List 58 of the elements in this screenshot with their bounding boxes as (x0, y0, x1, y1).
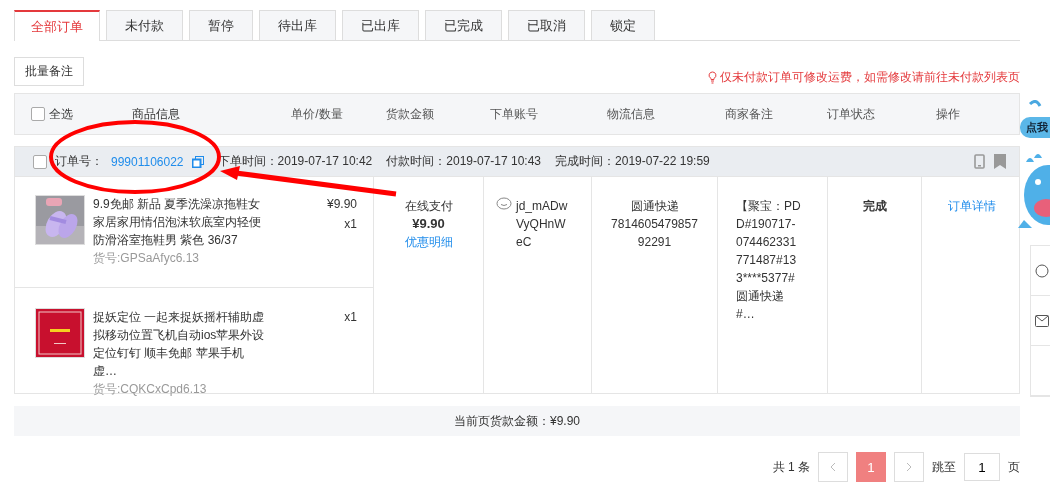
tab[interactable]: 未付款 (106, 10, 183, 40)
column-header: 订单状态 (826, 105, 876, 123)
select-all-label: 全选 (49, 105, 73, 123)
column-header: 下单账号 (489, 105, 539, 123)
page-input[interactable]: 1 (964, 453, 1000, 481)
previous-page-button[interactable] (818, 452, 848, 482)
tracking-number: 781460547985792291 (610, 216, 699, 251)
chevron-left-icon (830, 462, 836, 472)
column-header: 商家备注 (724, 105, 774, 123)
record-count: 共 1 条 (772, 458, 810, 476)
tab[interactable]: 已出库 (342, 10, 419, 40)
checkbox[interactable] (31, 107, 45, 121)
product-title: 9.9免邮 新品 夏季洗澡凉拖鞋女家居家用情侣泡沫软底室内轻便防滑浴室拖鞋男 紫色 36/37 (93, 196, 262, 249)
courier-name: 圆通快递 (629, 198, 680, 215)
page-total: 当前页货款金额：¥9.90 (14, 406, 1020, 436)
order-status: 完成 (862, 199, 887, 213)
order-detail-link[interactable]: 订单详情 (947, 199, 996, 213)
column-header: 货款金额 (384, 105, 435, 123)
quantity: x1 (343, 309, 357, 326)
tab[interactable]: 已取消 (508, 10, 585, 40)
order-time: 完成时间：2019-07-22 19:59 (555, 153, 710, 170)
merchant-remark: 【聚宝：PDD#190717-074462331771487#133****5377#圆通快递#… (736, 198, 802, 323)
phone-icon[interactable] (974, 154, 985, 169)
quantity: x1 (343, 216, 357, 233)
order-time: 付款时间：2019-07-17 10:43 (386, 153, 542, 170)
lightbulb-icon (708, 71, 717, 84)
payment-amount: ¥9.90 (411, 215, 446, 233)
page-unit: 页 (1008, 458, 1020, 476)
tab[interactable]: 全部订单 (14, 10, 100, 41)
batch-remark-button[interactable]: 批量备注 (14, 57, 84, 86)
mail-icon[interactable] (1035, 314, 1049, 327)
chevron-right-icon (906, 462, 912, 472)
tab[interactable]: 已完成 (425, 10, 502, 40)
chat-icon[interactable] (496, 197, 512, 211)
payment-method: 在线支付 (403, 198, 454, 215)
product-sku: 货号:CQKCxCpd6.13 (93, 381, 208, 398)
column-header: 商品信息 (131, 105, 181, 123)
bookmark-icon[interactable] (993, 154, 1007, 169)
help-widget-label[interactable]: 点我 (1020, 117, 1050, 138)
notice-text: 仅未付款订单可修改运费，如需修改请前往未付款列表页 (720, 69, 1020, 86)
jump-label: 跳至 (932, 458, 956, 476)
buyer-account: jd_mADwVyQHnWeC (516, 198, 568, 251)
product-title: 捉妖定位 一起来捉妖摇杆辅助虚拟移动位置飞机自动ios苹果外设定位钉钉 顺丰免邮 苹果手机虚… (93, 309, 266, 380)
column-header: 操作 (935, 105, 961, 123)
column-header: 物流信息 (606, 105, 656, 123)
unit-price: ¥9.90 (325, 196, 357, 213)
tab[interactable]: 暂停 (189, 10, 253, 40)
tab[interactable]: 锁定 (591, 10, 655, 40)
copy-icon[interactable] (191, 155, 204, 168)
help-icon[interactable] (1035, 263, 1049, 278)
column-header: 单价/数量 (290, 105, 344, 123)
tab[interactable]: 待出库 (259, 10, 336, 40)
order-number: 99901106022 (111, 154, 184, 169)
next-page-button[interactable] (894, 452, 924, 482)
checkbox[interactable] (33, 154, 47, 169)
discount-link[interactable]: 优惠明细 (374, 233, 483, 251)
order-number-label: 订单号： (55, 153, 103, 170)
product-sku: 货号:GPSaAfyc6.13 (93, 250, 201, 267)
